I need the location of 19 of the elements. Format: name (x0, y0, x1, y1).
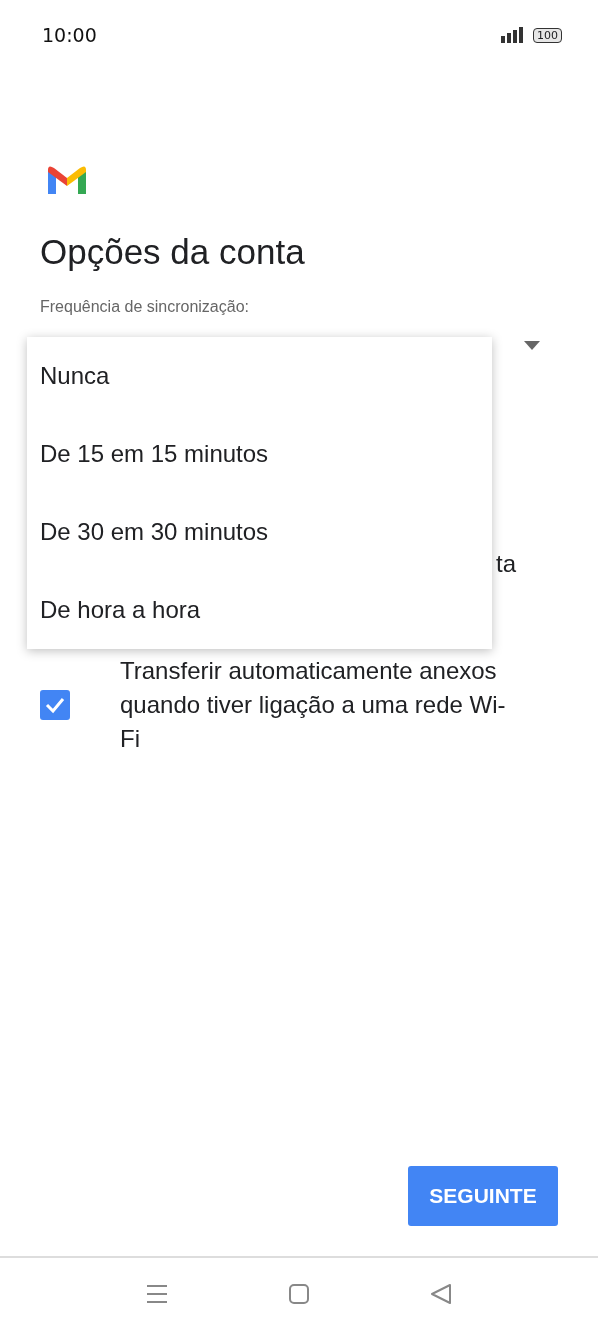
signal-icon (501, 27, 525, 43)
field-label: Frequência de sincronização: (40, 298, 250, 316)
mail-logo-icon (48, 166, 86, 194)
dropdown-caret-icon[interactable] (524, 340, 540, 350)
menu-option[interactable]: De 15 em 15 minutos (27, 415, 492, 493)
menu-icon[interactable] (146, 1284, 168, 1304)
checkbox[interactable] (40, 690, 70, 720)
menu-option[interactable]: Nunca (27, 337, 492, 415)
checkbox-label: Transferir automaticamente anexos quando tiver ligação a uma rede Wi-Fi (120, 656, 507, 754)
next-button[interactable]: SEGUINTE (408, 1166, 558, 1226)
page-title: Opções da conta (40, 232, 306, 272)
checkmark-icon (44, 696, 66, 714)
battery-indicator: 100 (533, 27, 562, 43)
status-time: 10:00 (42, 24, 97, 46)
home-square-icon[interactable] (288, 1283, 310, 1305)
covered-text: ta (496, 550, 516, 578)
menu-option[interactable]: De hora a hora (27, 571, 492, 649)
menu-option[interactable]: De 30 em 30 minutos (27, 493, 492, 571)
back-triangle-icon[interactable] (430, 1283, 452, 1305)
